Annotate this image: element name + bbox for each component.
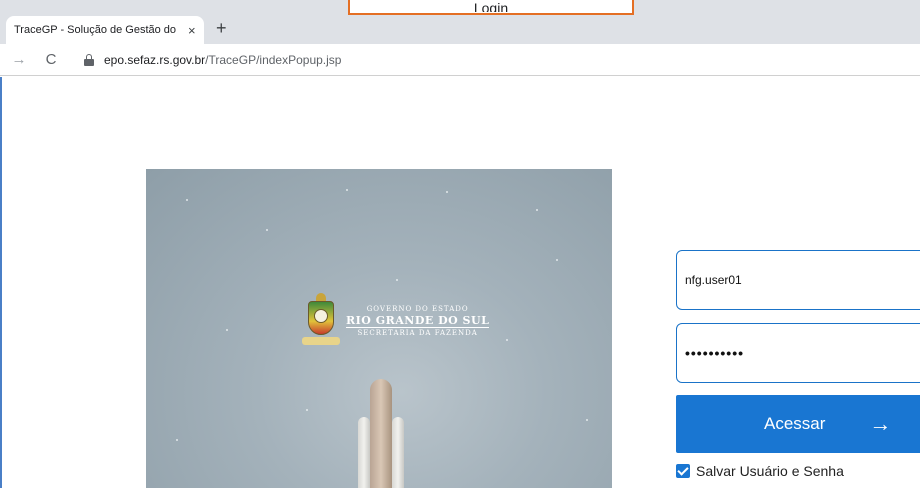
password-field[interactable]: •••••••••• — [676, 323, 920, 383]
logo-line-2: RIO GRANDE DO SUL — [346, 314, 490, 328]
logo-text: GOVERNO DO ESTADO RIO GRANDE DO SUL SECR… — [346, 304, 490, 338]
highlight-box: Login — [348, 0, 634, 15]
username-value: nfg.user01 — [685, 273, 742, 287]
browser-toolbar: → C epo.sefaz.rs.gov.br/TraceGP/indexPop… — [0, 44, 920, 76]
url-domain: epo.sefaz.rs.gov.br — [104, 52, 206, 67]
government-logo: GOVERNO DO ESTADO RIO GRANDE DO SUL SECR… — [302, 293, 490, 349]
arrow-right-icon: → — [869, 411, 892, 436]
login-button-label: Acessar — [764, 414, 826, 433]
page-content: GOVERNO DO ESTADO RIO GRANDE DO SUL SECR… — [0, 77, 920, 488]
password-value: •••••••••• — [685, 345, 745, 361]
browser-tab[interactable]: TraceGP - Solução de Gestão do × — [6, 16, 204, 44]
hero-image: GOVERNO DO ESTADO RIO GRANDE DO SUL SECR… — [146, 169, 612, 488]
url-text: epo.sefaz.rs.gov.br/TraceGP/indexPopup.j… — [104, 53, 341, 67]
login-button[interactable]: Acessar → — [676, 395, 920, 453]
logo-line-1: GOVERNO DO ESTADO — [366, 305, 469, 313]
forward-icon[interactable]: → — [6, 51, 32, 68]
new-tab-button[interactable]: + — [216, 18, 227, 39]
reload-icon[interactable]: C — [38, 51, 64, 68]
rocket-image — [352, 369, 408, 488]
username-field[interactable]: nfg.user01 — [676, 250, 920, 310]
lock-icon[interactable] — [84, 53, 94, 66]
remember-label: Salvar Usuário e Senha — [696, 463, 844, 479]
url-path: /TraceGP/indexPopup.jsp — [205, 52, 342, 67]
logo-line-3: SECRETARIA DA FAZENDA — [357, 329, 478, 337]
close-icon[interactable]: × — [188, 23, 196, 38]
tab-title: TraceGP - Solução de Gestão do — [14, 24, 177, 36]
coat-of-arms-icon — [302, 293, 340, 349]
highlight-text: Login — [473, 2, 509, 12]
remember-checkbox[interactable] — [676, 464, 690, 478]
remember-credentials[interactable]: Salvar Usuário e Senha — [676, 463, 844, 479]
address-bar[interactable]: epo.sefaz.rs.gov.br/TraceGP/indexPopup.j… — [76, 48, 920, 72]
